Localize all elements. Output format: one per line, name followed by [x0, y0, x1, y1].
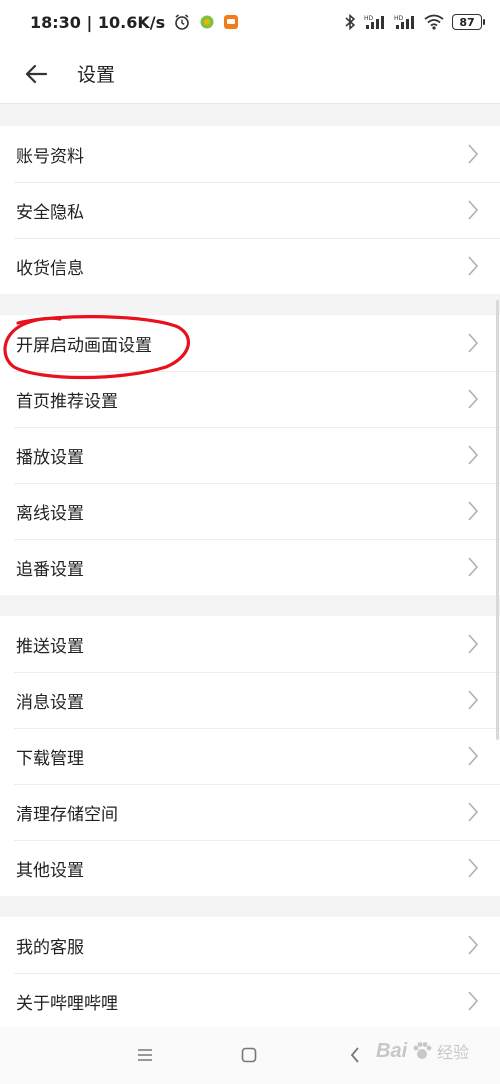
- watermark-text: 经验: [437, 1043, 470, 1062]
- bluetooth-icon: [344, 13, 356, 31]
- settings-item-other[interactable]: 其他设置: [0, 840, 500, 896]
- chevron-right-icon: [468, 144, 479, 164]
- settings-group-account: 账号资料 安全隐私 收货信息: [0, 126, 500, 294]
- chevron-right-icon: [468, 802, 479, 822]
- settings-item-label: 账号资料: [16, 146, 84, 167]
- settings-item-customer-service[interactable]: 我的客服: [0, 917, 500, 973]
- settings-item-label: 下载管理: [16, 748, 84, 769]
- chevron-right-icon: [468, 389, 479, 409]
- settings-item-clear-storage[interactable]: 清理存储空间: [0, 784, 500, 840]
- settings-item-playback[interactable]: 播放设置: [0, 427, 500, 483]
- back-arrow-icon[interactable]: [22, 60, 50, 88]
- settings-item-about[interactable]: 关于哔哩哔哩: [0, 973, 500, 1029]
- settings-item-label: 推送设置: [16, 636, 84, 657]
- settings-item-messages[interactable]: 消息设置: [0, 672, 500, 728]
- settings-item-follow-anime[interactable]: 追番设置: [0, 539, 500, 595]
- back-icon[interactable]: [340, 1040, 370, 1070]
- chevron-right-icon: [468, 501, 479, 521]
- chevron-right-icon: [468, 333, 479, 353]
- menu-icon[interactable]: [130, 1040, 160, 1070]
- chevron-right-icon: [468, 991, 479, 1011]
- page-title: 设置: [77, 64, 116, 86]
- settings-item-downloads[interactable]: 下载管理: [0, 728, 500, 784]
- svg-text:HD: HD: [394, 15, 404, 22]
- settings-item-label: 清理存储空间: [16, 804, 118, 825]
- settings-item-label: 收货信息: [16, 258, 84, 279]
- home-icon[interactable]: [234, 1040, 264, 1070]
- settings-item-label: 追番设置: [16, 559, 84, 580]
- app-notification-icon: [199, 14, 215, 30]
- settings-item-label: 播放设置: [16, 447, 84, 468]
- settings-item-label: 离线设置: [16, 503, 84, 524]
- settings-item-label: 安全隐私: [16, 202, 84, 223]
- wifi-icon: [424, 14, 444, 30]
- status-left: 18:30 | 10.6K/s: [30, 13, 239, 32]
- settings-item-home-recommend[interactable]: 首页推荐设置: [0, 371, 500, 427]
- settings-item-label: 我的客服: [16, 937, 84, 958]
- chevron-right-icon: [468, 634, 479, 654]
- paw-icon: [413, 1042, 432, 1059]
- settings-item-label: 其他设置: [16, 860, 84, 881]
- svg-text:HD: HD: [364, 15, 374, 22]
- header: 设置: [0, 44, 500, 104]
- chevron-right-icon: [468, 445, 479, 465]
- settings-group-playback: 开屏启动画面设置 首页推荐设置 播放设置 离线设置 追番设置: [0, 315, 500, 595]
- settings-item-security-privacy[interactable]: 安全隐私: [0, 182, 500, 238]
- chevron-right-icon: [468, 690, 479, 710]
- settings-group-about: 我的客服 关于哔哩哔哩: [0, 917, 500, 1029]
- settings-item-label: 首页推荐设置: [16, 391, 118, 412]
- scrollbar[interactable]: [496, 300, 499, 740]
- settings-item-splash-screen[interactable]: 开屏启动画面设置: [0, 315, 500, 371]
- battery-icon: 87: [452, 14, 485, 30]
- signal-icon: HD: [364, 14, 386, 30]
- chevron-right-icon: [468, 256, 479, 276]
- settings-item-push[interactable]: 推送设置: [0, 616, 500, 672]
- chevron-right-icon: [468, 858, 479, 878]
- chevron-right-icon: [468, 935, 479, 955]
- alarm-icon: [173, 13, 191, 31]
- settings-item-label: 关于哔哩哔哩: [16, 993, 118, 1014]
- chevron-right-icon: [468, 200, 479, 220]
- status-time: 18:30 | 10.6K/s: [30, 12, 166, 32]
- chevron-right-icon: [468, 746, 479, 766]
- settings-item-offline[interactable]: 离线设置: [0, 483, 500, 539]
- settings-item-shipping-info[interactable]: 收货信息: [0, 238, 500, 294]
- settings-item-label: 消息设置: [16, 692, 84, 713]
- battery-level: 87: [459, 15, 475, 29]
- status-right: HD HD 87: [344, 13, 485, 31]
- settings-group-system: 推送设置 消息设置 下载管理 清理存储空间 其他设置: [0, 616, 500, 896]
- app-notification-icon: [223, 14, 239, 30]
- settings-item-label: 开屏启动画面设置: [16, 335, 152, 356]
- status-bar: 18:30 | 10.6K/s HD HD 87: [0, 0, 500, 44]
- chevron-right-icon: [468, 557, 479, 577]
- watermark-logo-text: Bai: [376, 1039, 408, 1062]
- watermark: Bai 经验: [376, 1036, 469, 1066]
- signal-icon: HD: [394, 14, 416, 30]
- settings-item-account-profile[interactable]: 账号资料: [0, 126, 500, 182]
